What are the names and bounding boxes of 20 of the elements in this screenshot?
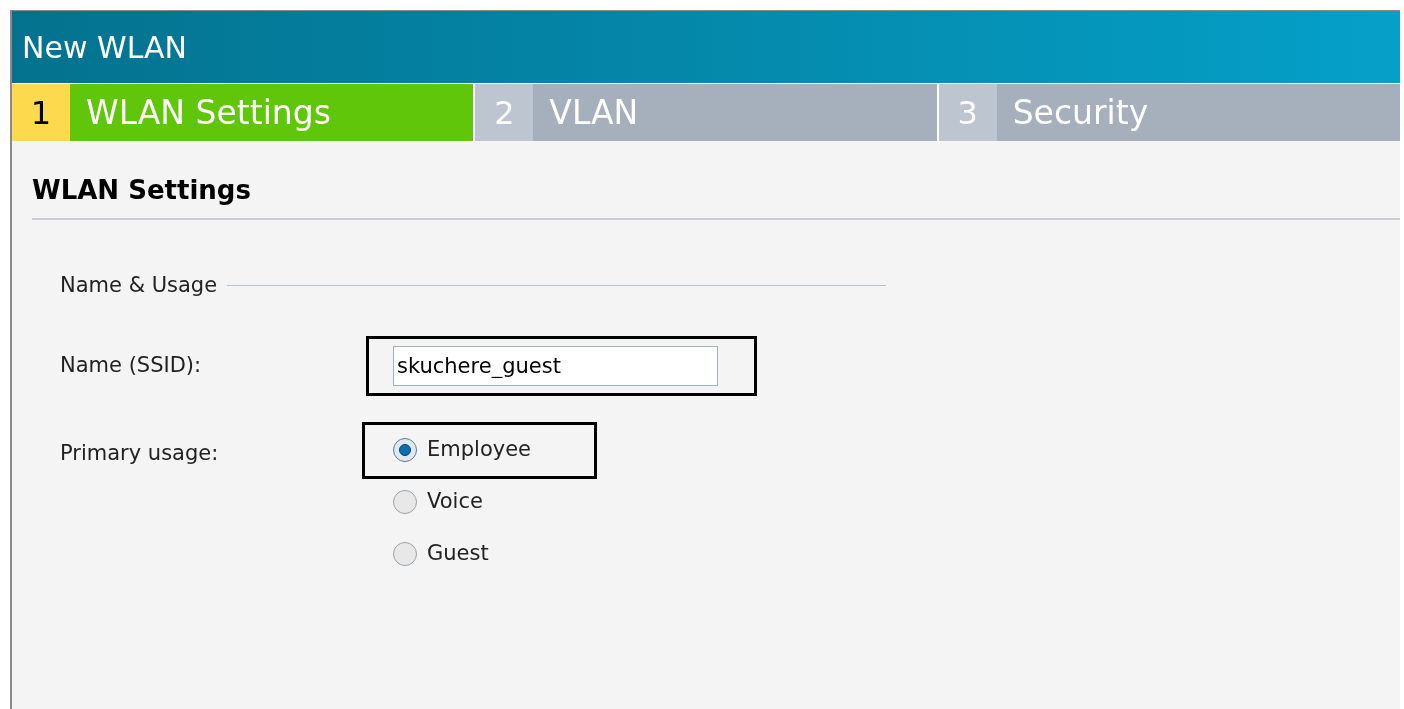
radio-button[interactable] xyxy=(393,542,417,566)
field-label: Primary usage: xyxy=(60,439,220,467)
radio-label: Employee xyxy=(427,436,531,464)
fieldset-legend: Name & Usage xyxy=(60,270,218,302)
radio-option[interactable]: Employee xyxy=(362,421,597,479)
step-number: 1 xyxy=(12,84,70,141)
radio-label: Voice xyxy=(427,488,483,516)
step-number: 3 xyxy=(938,84,997,141)
step-label: VLAN xyxy=(549,91,639,134)
step-label: Security xyxy=(1012,91,1149,134)
step-label: WLAN Settings xyxy=(86,91,331,134)
radio-label: Guest xyxy=(427,540,489,568)
step-number: 2 xyxy=(475,84,534,141)
field-label: Name (SSID): xyxy=(60,351,203,379)
section-heading: WLAN Settings xyxy=(32,175,251,205)
ssid-input[interactable]: skuchere_guest xyxy=(393,345,718,386)
radio-button[interactable] xyxy=(393,490,417,514)
window-title: New WLAN xyxy=(22,28,187,67)
wizard-step[interactable]: 1 WLAN Settings xyxy=(12,84,474,141)
radio-button[interactable] xyxy=(393,438,417,462)
